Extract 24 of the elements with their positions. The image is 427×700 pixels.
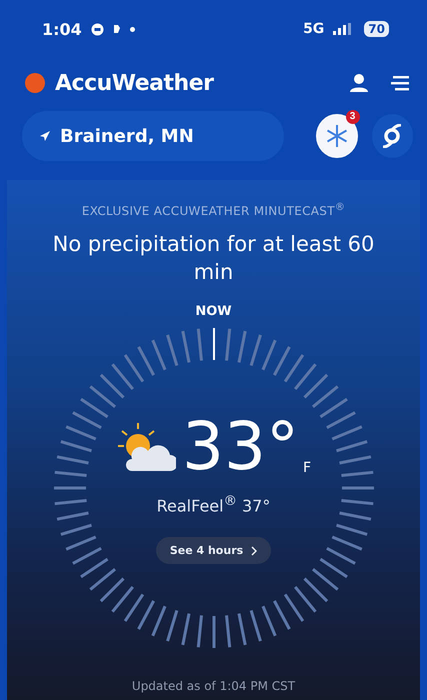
current-temperature: 33°: [182, 412, 299, 482]
hurricane-button[interactable]: [372, 114, 413, 158]
partly-sunny-icon: [116, 420, 176, 473]
sun-logo-icon: [24, 72, 46, 94]
now-label: NOW: [195, 304, 232, 319]
snowflake-icon: [324, 124, 349, 148]
location-arrow-icon: [40, 131, 50, 141]
hurricane-icon: [381, 124, 404, 148]
updated-time: Updated as of 1:04 PM CST: [132, 679, 296, 693]
precipitation-headline: No precipitation for at least 60 min: [52, 231, 376, 286]
dot-icon: [130, 26, 135, 32]
status-time: 1:04: [42, 20, 82, 38]
realfeel-temperature: RealFeel$^{®}$ 37°: [156, 494, 270, 516]
battery-level: 70: [364, 21, 389, 37]
minutecast-label: EXCLUSIVE ACCUWEATHER MINUTECAST$^{®}$: [82, 202, 346, 218]
chevron-right-icon: [251, 546, 258, 556]
network-type: 5G: [303, 21, 324, 37]
see-hours-button[interactable]: See 4 hours: [156, 537, 272, 564]
menu-icon[interactable]: [391, 75, 409, 91]
brand-name: AccuWeather: [55, 70, 214, 96]
profile-icon[interactable]: [349, 73, 369, 93]
location-button[interactable]: Brainerd, MN: [22, 111, 284, 161]
alert-count-badge: 3: [346, 110, 360, 124]
temperature-unit: F: [302, 460, 312, 476]
